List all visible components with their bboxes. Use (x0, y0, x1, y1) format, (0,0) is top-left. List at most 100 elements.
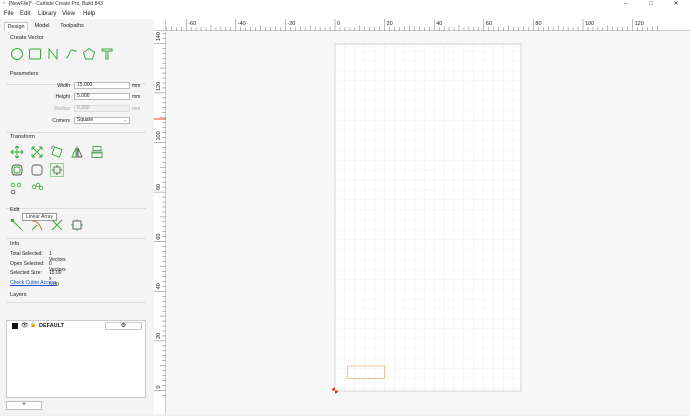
parameters-title: Parameters (10, 71, 39, 77)
width-unit: mm (132, 83, 141, 89)
ruler-x-label: 0 (337, 21, 340, 27)
open-selected-row: Open Selected: 0 Vectors (10, 261, 66, 273)
layers-title: Layers (10, 292, 27, 298)
align-icon[interactable] (90, 145, 104, 159)
grid-lines (335, 44, 521, 391)
ruler-x-label: 60 (486, 21, 492, 27)
layers-list: 👁 🔓 DEFAULT ⚙ (6, 320, 146, 398)
text-icon[interactable] (100, 47, 114, 61)
move-icon[interactable] (10, 145, 24, 159)
parameters-section: Parameters Width 15.000 mm Height 5.000 … (6, 71, 146, 133)
vertical-ruler-ticks: 140 120 100 80 60 40 20 0 (154, 32, 166, 396)
node-edit-icon[interactable] (10, 218, 24, 232)
polyline-icon[interactable] (46, 47, 60, 61)
gear-icon: ⚙ (120, 323, 127, 329)
height-label: Height (55, 94, 70, 100)
scale-icon[interactable] (30, 145, 44, 159)
fillet-icon[interactable] (30, 163, 44, 177)
title-bar: ◔ [NewFile]* - Carbide Create Pro, Build… (0, 0, 690, 9)
radius-label: Radius (54, 106, 70, 112)
ruler-x-label: 40 (436, 21, 442, 27)
menu-file[interactable]: File (4, 10, 14, 18)
add-layer-button[interactable]: + (6, 401, 42, 410)
ruler-y-label: 100 (156, 131, 162, 140)
ruler-y-label: 0 (156, 385, 162, 388)
app-logo-icon: ◔ (2, 1, 6, 7)
layer-name: DEFAULT (39, 323, 64, 329)
radius-field: 6.350 (74, 105, 130, 112)
close-button[interactable]: ✕ (670, 0, 682, 9)
height-field[interactable]: 5.000 (74, 93, 130, 100)
ruler-x-label: 120 (635, 21, 644, 27)
selected-size-row: Selected Size: 15.00 x 5.00 (10, 270, 62, 288)
minimize-button[interactable]: – (620, 0, 632, 9)
ruler-x-label: -40 (238, 21, 246, 27)
ruler-x-label: 80 (535, 21, 541, 27)
ruler-y-label: 120 (156, 82, 162, 91)
edit-section: Edit (6, 205, 146, 239)
horizontal-ruler-ticks: -60 -40 -20 0 20 40 60 80 100 120 (166, 19, 658, 31)
menu-library[interactable]: Library (38, 10, 56, 18)
array-along-icon[interactable] (30, 181, 44, 195)
lock-icon[interactable]: 🔓 (30, 322, 36, 328)
width-field[interactable]: 15.000 (74, 82, 130, 89)
width-label: Width (57, 83, 70, 89)
layer-color-swatch[interactable] (12, 323, 18, 329)
linear-array-icon[interactable] (10, 181, 24, 195)
menu-view[interactable]: View (62, 10, 75, 18)
radius-unit: mm (132, 106, 141, 112)
circle-icon[interactable] (10, 47, 24, 61)
layer-settings-button[interactable]: ⚙ (105, 322, 142, 330)
tab-design[interactable]: Design (4, 22, 28, 31)
ruler-y-label: 40 (156, 283, 162, 289)
design-panel: Design Model Toolpaths Create Vector Par… (0, 19, 154, 414)
maximize-button[interactable]: □ (645, 0, 657, 9)
trim-icon[interactable] (30, 218, 44, 232)
corners-select[interactable]: Square ⌄ (74, 117, 130, 124)
create-vector-title: Create Vector (10, 35, 44, 41)
mirror-icon[interactable] (70, 145, 84, 159)
offset-icon[interactable] (10, 163, 24, 177)
rotate-icon[interactable] (50, 145, 64, 159)
ruler-x-label: -20 (287, 21, 295, 27)
bounding-box-icon[interactable] (70, 218, 84, 232)
menu-bar: File Edit Library View Help (0, 9, 690, 19)
menu-edit[interactable]: Edit (20, 10, 30, 18)
rectangle-icon[interactable] (28, 47, 42, 61)
vertical-ruler: 140 120 100 80 60 40 20 0 (154, 31, 166, 414)
design-canvas[interactable] (166, 31, 690, 414)
eye-icon[interactable]: 👁 (21, 322, 29, 329)
canvas-drawing[interactable] (166, 31, 690, 414)
height-unit: mm (132, 94, 141, 100)
total-selected-row: Total Selected: 1 Vectors (10, 251, 66, 263)
ruler-corner (154, 19, 166, 31)
origin-marker-icon (332, 387, 338, 394)
chevron-down-icon: ⌄ (122, 117, 127, 123)
ruler-y-label: 60 (156, 234, 162, 240)
ruler-x-label: 20 (387, 21, 393, 27)
check-cutter-access-link[interactable]: Check Cutter Access (10, 280, 56, 286)
window-title: [NewFile]* - Carbide Create Pro, Build 8… (9, 1, 103, 7)
info-title: Info (10, 241, 20, 247)
ruler-y-label: 20 (156, 333, 162, 339)
menu-help[interactable]: Help (83, 10, 95, 18)
selected-size-label: Selected Size: (10, 270, 42, 276)
layer-row[interactable]: 👁 🔓 DEFAULT ⚙ (9, 322, 143, 331)
circular-array-icon[interactable] (50, 163, 64, 177)
ruler-y-label: 80 (156, 184, 162, 190)
polygon-icon[interactable] (82, 47, 96, 61)
ruler-x-label: 100 (585, 21, 594, 27)
horizontal-ruler: -60 -40 -20 0 20 40 60 80 100 120 (166, 19, 690, 31)
transform-section: Transform (6, 133, 146, 209)
ruler-y-label: 140 (156, 32, 162, 41)
corners-value: Square (77, 117, 94, 123)
edit-title: Edit (10, 207, 20, 213)
tab-toolpaths[interactable]: Toolpaths (56, 22, 88, 31)
transform-title: Transform (10, 134, 35, 140)
open-selected-label: Open Selected: (10, 261, 45, 267)
ruler-x-label: -60 (188, 21, 196, 27)
tab-model[interactable]: Model (30, 22, 54, 31)
total-selected-label: Total Selected: (10, 251, 43, 257)
curve-icon[interactable] (64, 47, 78, 61)
boolean-icon[interactable] (50, 218, 64, 232)
